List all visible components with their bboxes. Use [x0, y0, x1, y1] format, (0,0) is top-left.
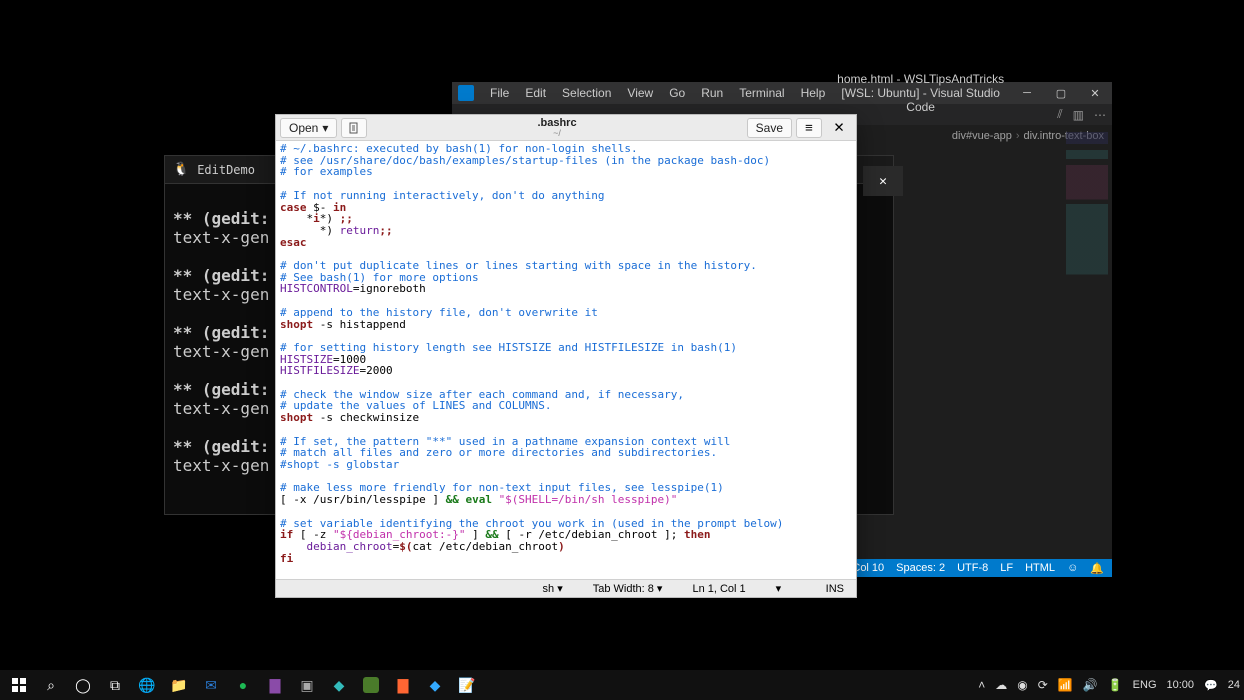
chevron-down-icon: ▾ — [322, 121, 328, 135]
status-position: Ln 1, Col 1 — [692, 583, 745, 595]
edge-icon: 🌐 — [138, 677, 155, 694]
menu-selection[interactable]: Selection — [556, 84, 617, 102]
split-editor-icon[interactable]: ⫽ — [1057, 107, 1062, 122]
gedit-window[interactable]: Open ▾ .bashrc ~/ Save ≡ ✕ # ~/.bashrc: … — [275, 114, 857, 598]
tray-battery-icon[interactable]: 🔋 — [1108, 678, 1123, 692]
vscode-minimap[interactable] — [1066, 132, 1108, 282]
taskbar-onenote[interactable]: ▇ — [260, 670, 290, 700]
cortana-button[interactable]: ◯ — [68, 670, 98, 700]
layout-icon[interactable]: ▥ — [1073, 108, 1084, 122]
tray-activity-icon[interactable]: ◉ — [1017, 678, 1027, 692]
vscode-title-text: home.html - WSLTipsAndTricks [WSL: Ubunt… — [831, 72, 1010, 114]
gedit-icon: 📝 — [458, 677, 475, 694]
close-icon: ✕ — [833, 120, 844, 136]
windows-icon — [12, 678, 26, 692]
gedit-headerbar[interactable]: Open ▾ .bashrc ~/ Save ≡ ✕ — [276, 115, 856, 141]
taskbar-terminal[interactable]: ▣ — [292, 670, 322, 700]
spotify-icon: ● — [239, 677, 247, 693]
search-button[interactable]: ⌕ — [36, 670, 66, 700]
taskbar-camtasia[interactable]: ▇ — [388, 670, 418, 700]
outlook-icon: ✉ — [205, 677, 217, 694]
menu-file[interactable]: File — [484, 84, 515, 102]
taskbar-vs[interactable]: ◆ — [324, 670, 354, 700]
task-view-icon: ⧉ — [110, 677, 120, 694]
maximize-button[interactable]: ▢ — [1044, 82, 1078, 104]
menu-go[interactable]: Go — [663, 84, 691, 102]
terminal-icon: ▣ — [300, 677, 313, 694]
status-encoding[interactable]: UTF-8 — [957, 562, 988, 574]
terminal-close-button[interactable]: ✕ — [863, 166, 903, 196]
tray-date[interactable]: 24 — [1228, 679, 1240, 691]
gedit-filepath: ~/ — [367, 129, 746, 139]
tray-cloud-icon[interactable]: ☁ — [995, 678, 1007, 692]
taskbar-explorer[interactable]: 📁 — [164, 670, 194, 700]
start-button[interactable] — [4, 670, 34, 700]
terminal-title-text: EditDemo — [197, 163, 255, 177]
vscode-icon: ◆ — [430, 677, 441, 694]
vscode-menu-bar: File Edit Selection View Go Run Terminal… — [480, 84, 831, 102]
system-tray[interactable]: ˄ ☁ ◉ ⟳ 📶 🔊 🔋 ENG 10:00 💬 24 — [978, 678, 1240, 692]
task-view-button[interactable]: ⧉ — [100, 670, 130, 700]
close-button[interactable]: ✕ — [826, 118, 852, 138]
menu-edit[interactable]: Edit — [519, 84, 552, 102]
status-eol[interactable]: LF — [1000, 562, 1013, 574]
open-label: Open — [289, 121, 318, 135]
open-button[interactable]: Open ▾ — [280, 118, 337, 138]
gedit-filename: .bashrc — [367, 117, 746, 129]
status-insert-mode[interactable]: INS — [826, 583, 844, 595]
new-document-icon — [348, 122, 360, 134]
taskbar-edge[interactable]: 🌐 — [132, 670, 162, 700]
vs-icon: ◆ — [334, 677, 345, 694]
circle-icon: ◯ — [75, 677, 91, 694]
tray-clock[interactable]: 10:00 — [1167, 679, 1195, 691]
tray-notifications-icon[interactable]: 💬 — [1204, 679, 1218, 692]
hamburger-menu-button[interactable]: ≡ — [796, 118, 822, 138]
tray-language[interactable]: ENG — [1133, 679, 1157, 691]
onenote-icon: ▇ — [270, 677, 281, 694]
menu-run[interactable]: Run — [695, 84, 729, 102]
folder-icon: 📁 — [170, 677, 187, 694]
close-button[interactable]: ✕ — [1078, 82, 1112, 104]
tray-volume-icon[interactable]: 🔊 — [1083, 678, 1098, 692]
status-language[interactable]: sh ▾ — [543, 582, 563, 595]
taskbar-enpass[interactable]: E — [356, 670, 386, 700]
status-tabwidth[interactable]: Tab Width: 8 ▾ — [593, 582, 663, 595]
menu-view[interactable]: View — [621, 84, 659, 102]
vscode-titlebar[interactable]: File Edit Selection View Go Run Terminal… — [452, 82, 1112, 104]
camtasia-icon: ▇ — [398, 677, 409, 694]
breadcrumb-item[interactable]: div#vue-app — [952, 130, 1012, 142]
feedback-icon[interactable]: ☺ — [1067, 562, 1078, 574]
gedit-text-view[interactable]: # ~/.bashrc: executed by bash(1) for non… — [276, 141, 856, 581]
search-icon: ⌕ — [47, 677, 55, 694]
vscode-logo-icon — [458, 85, 474, 101]
taskbar-gedit[interactable]: 📝 — [452, 670, 482, 700]
tray-chevron-up-icon[interactable]: ˄ — [978, 678, 985, 692]
taskbar-outlook[interactable]: ✉ — [196, 670, 226, 700]
tux-icon: 🐧 — [173, 162, 189, 177]
enpass-icon: E — [363, 677, 379, 693]
status-language[interactable]: HTML — [1025, 562, 1055, 574]
hamburger-icon: ≡ — [805, 120, 813, 135]
taskbar-vscode[interactable]: ◆ — [420, 670, 450, 700]
chevron-right-icon: › — [1016, 130, 1020, 142]
bell-icon[interactable]: 🔔 — [1090, 562, 1104, 575]
menu-help[interactable]: Help — [795, 84, 832, 102]
windows-taskbar[interactable]: ⌕ ◯ ⧉ 🌐 📁 ✉ ● ▇ ▣ ◆ E ▇ ◆ 📝 ˄ ☁ ◉ ⟳ 📶 🔊 … — [0, 670, 1244, 700]
save-button[interactable]: Save — [747, 118, 792, 138]
more-icon[interactable]: ⋯ — [1094, 108, 1106, 122]
status-dropdown-icon[interactable]: ▾ — [776, 582, 796, 595]
gedit-status-bar: sh ▾ Tab Width: 8 ▾ Ln 1, Col 1 ▾ INS — [276, 579, 856, 597]
menu-terminal[interactable]: Terminal — [733, 84, 790, 102]
minimize-button[interactable]: ─ — [1010, 82, 1044, 104]
tray-sync-icon[interactable]: ⟳ — [1038, 678, 1048, 692]
new-tab-button[interactable] — [341, 118, 367, 138]
status-spaces[interactable]: Spaces: 2 — [896, 562, 945, 574]
tray-wifi-icon[interactable]: 📶 — [1058, 678, 1073, 692]
taskbar-spotify[interactable]: ● — [228, 670, 258, 700]
